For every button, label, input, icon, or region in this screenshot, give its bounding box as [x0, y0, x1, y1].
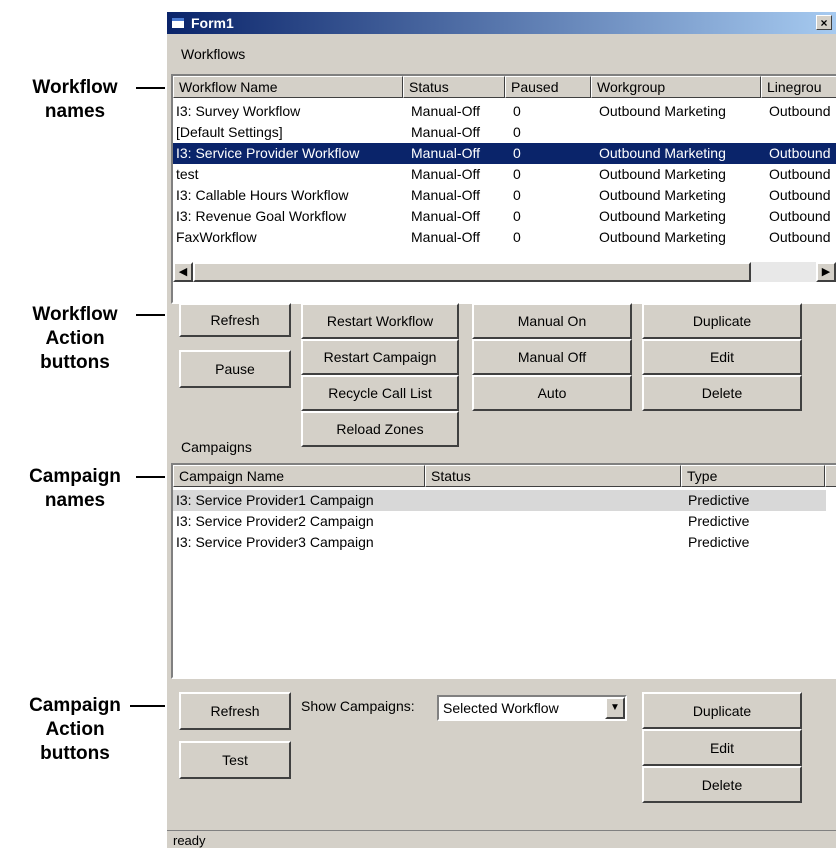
arrow-left-icon: ◀ — [178, 266, 188, 278]
table-row[interactable]: I3: Service Provider2 Campaign Predictiv… — [173, 511, 836, 532]
workflow-refresh-button[interactable]: Refresh — [179, 303, 291, 337]
column-header-workgroup[interactable]: Workgroup — [591, 76, 761, 98]
column-header-type[interactable]: Type — [681, 465, 825, 487]
callout-campaign-actions: Campaign Action buttons — [0, 694, 174, 766]
window-title: Form1 — [191, 15, 234, 31]
workflow-delete-button[interactable]: Delete — [642, 375, 802, 411]
column-header-campaign-name[interactable]: Campaign Name — [173, 465, 425, 487]
table-row[interactable]: [Default Settings] Manual-Off 0 — [173, 122, 836, 143]
workflow-pause-button[interactable]: Pause — [179, 350, 291, 388]
campaign-delete-button[interactable]: Delete — [642, 766, 802, 803]
campaign-list[interactable]: Campaign Name Status Type I3: Service Pr… — [171, 463, 836, 679]
campaign-duplicate-button[interactable]: Duplicate — [642, 692, 802, 729]
manual-off-button[interactable]: Manual Off — [472, 339, 632, 375]
callout-workflow-actions: Workflow Action buttons — [0, 303, 174, 375]
restart-campaign-button[interactable]: Restart Campaign — [301, 339, 459, 375]
dropdown-arrow-button[interactable]: ▼ — [605, 697, 625, 719]
column-header-filler — [825, 465, 836, 487]
table-row[interactable]: test Manual-Off 0 Outbound Marketing Out… — [173, 164, 836, 185]
horizontal-scrollbar[interactable]: ◀ ▶ — [173, 262, 836, 282]
workflow-list[interactable]: Workflow Name Status Paused Workgroup Li… — [171, 74, 836, 304]
callout-workflow-names: Workflow names — [0, 76, 174, 124]
table-row[interactable]: I3: Service Provider3 Campaign Predictiv… — [173, 532, 836, 553]
reload-zones-button[interactable]: Reload Zones — [301, 411, 459, 447]
callout-campaign-names: Campaign names — [0, 465, 174, 513]
column-header-status[interactable]: Status — [403, 76, 505, 98]
column-header-paused[interactable]: Paused — [505, 76, 591, 98]
column-header-linegroup[interactable]: Linegrou — [761, 76, 836, 98]
campaign-test-button[interactable]: Test — [179, 741, 291, 779]
table-row[interactable]: I3: Revenue Goal Workflow Manual-Off 0 O… — [173, 206, 836, 227]
title-bar[interactable]: Form1 × — [167, 12, 836, 34]
status-text: ready — [173, 833, 206, 848]
table-row-selected[interactable]: I3: Service Provider Workflow Manual-Off… — [173, 143, 836, 164]
app-icon — [172, 18, 184, 28]
table-row[interactable]: I3: Callable Hours Workflow Manual-Off 0… — [173, 185, 836, 206]
arrow-right-icon: ▶ — [821, 266, 831, 278]
restart-workflow-button[interactable]: Restart Workflow — [301, 303, 459, 339]
show-campaigns-select[interactable]: Selected Workflow ▼ — [437, 695, 627, 721]
table-row[interactable]: I3: Service Provider1 Campaign Predictiv… — [173, 490, 826, 511]
workflow-edit-button[interactable]: Edit — [642, 339, 802, 375]
workflows-label: Workflows — [181, 46, 246, 62]
campaign-edit-button[interactable]: Edit — [642, 729, 802, 766]
recycle-call-list-button[interactable]: Recycle Call List — [301, 375, 459, 411]
table-row[interactable]: FaxWorkflow Manual-Off 0 Outbound Market… — [173, 227, 836, 248]
table-row[interactable]: I3: Survey Workflow Manual-Off 0 Outboun… — [173, 101, 836, 122]
column-header-campaign-status[interactable]: Status — [425, 465, 681, 487]
scroll-left-button[interactable]: ◀ — [173, 262, 193, 282]
close-button[interactable]: × — [816, 15, 832, 30]
workflow-duplicate-button[interactable]: Duplicate — [642, 303, 802, 339]
close-icon: × — [820, 16, 828, 30]
form-window: Form1 × Workflows Workflow Name Status P… — [165, 10, 836, 848]
chevron-down-icon: ▼ — [610, 702, 620, 713]
column-header-workflow-name[interactable]: Workflow Name — [173, 76, 403, 98]
auto-button[interactable]: Auto — [472, 375, 632, 411]
campaign-refresh-button[interactable]: Refresh — [179, 692, 291, 730]
scroll-thumb[interactable] — [193, 262, 751, 282]
manual-on-button[interactable]: Manual On — [472, 303, 632, 339]
scroll-right-button[interactable]: ▶ — [816, 262, 836, 282]
show-campaigns-label: Show Campaigns: — [301, 698, 415, 714]
show-campaigns-value: Selected Workflow — [443, 700, 559, 716]
campaigns-label: Campaigns — [181, 439, 252, 455]
